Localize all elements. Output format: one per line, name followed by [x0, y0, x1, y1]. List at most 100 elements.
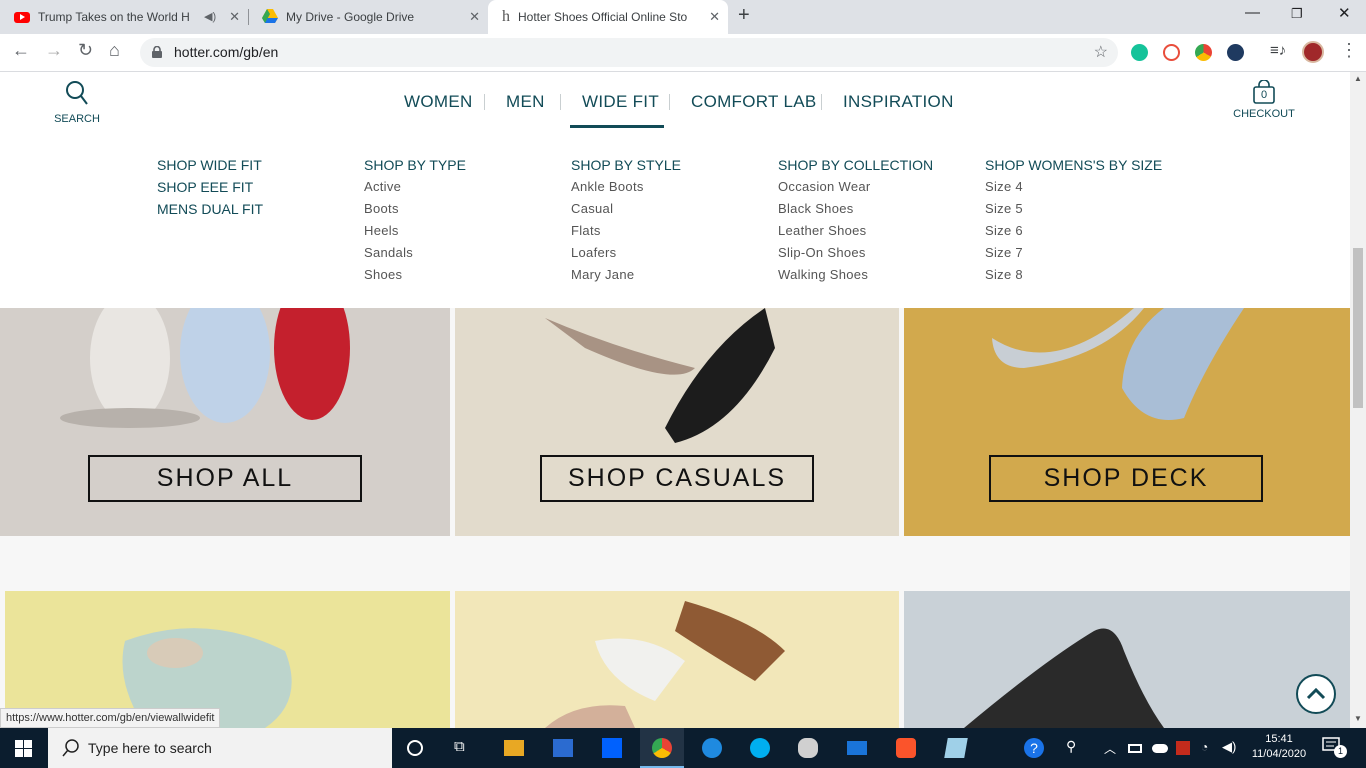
profile-avatar[interactable] [1302, 41, 1324, 63]
address-bar[interactable]: hotter.com/gb/en ☆ [140, 38, 1118, 67]
action-center-button[interactable]: 1 [1322, 737, 1347, 758]
menu-link-shop-wide-fit[interactable]: SHOP WIDE FIT [157, 154, 263, 176]
people-icon[interactable]: ⚲ [1066, 738, 1086, 758]
menu-link-occasion-wear[interactable]: Occasion Wear [778, 176, 933, 198]
menu-link-size-5[interactable]: Size 5 [985, 198, 1162, 220]
bookmark-star-icon[interactable]: ☆ [1094, 42, 1108, 62]
shop-deck-button[interactable]: SHOP DECK [989, 455, 1263, 502]
product-tile[interactable] [455, 591, 899, 728]
checkout-button[interactable]: 0 CHECKOUT [1230, 80, 1298, 120]
notification-app-icon[interactable] [1176, 741, 1190, 755]
menu-link-size-7[interactable]: Size 7 [985, 242, 1162, 264]
scrollbar-thumb[interactable] [1353, 248, 1363, 408]
speaker-icon[interactable]: ◀) [204, 10, 216, 23]
menu-link-casual[interactable]: Casual [571, 198, 681, 220]
scroll-down-arrow-icon[interactable]: ▼ [1354, 714, 1362, 723]
menu-link-mary-jane[interactable]: Mary Jane [571, 264, 681, 286]
chrome-taskbar-icon[interactable] [652, 738, 672, 758]
shop-casuals-tile[interactable]: SHOP CASUALS [455, 308, 899, 536]
mail-icon[interactable] [847, 741, 867, 755]
menu-link-size-6[interactable]: Size 6 [985, 220, 1162, 242]
chrome-extension-icon[interactable] [1195, 44, 1212, 61]
shop-all-button[interactable]: SHOP ALL [88, 455, 362, 502]
reload-icon[interactable]: ↻ [78, 40, 93, 61]
tab-hotter-active[interactable]: h Hotter Shoes Official Online Store ✕ [488, 0, 728, 34]
menu-link-ankle-boots[interactable]: Ankle Boots [571, 176, 681, 198]
restore-window-icon[interactable]: ❐ [1291, 6, 1303, 22]
scroll-to-top-button[interactable] [1296, 674, 1336, 714]
volume-icon[interactable]: ◀) [1222, 739, 1242, 759]
menu-link-active[interactable]: Active [364, 176, 466, 198]
extension-icon[interactable] [1163, 44, 1180, 61]
menu-link-size-8[interactable]: Size 8 [985, 264, 1162, 286]
product-tile[interactable] [904, 591, 1350, 728]
menu-column-size: SHOP WOMENS'S BY SIZE Size 4 Size 5 Size… [985, 154, 1162, 286]
menu-link-slip-on-shoes[interactable]: Slip-On Shoes [778, 242, 933, 264]
menu-link-black-shoes[interactable]: Black Shoes [778, 198, 933, 220]
new-tab-plus-icon[interactable]: + [738, 4, 750, 27]
menu-link-mens-dual-fit[interactable]: MENS DUAL FIT [157, 198, 263, 220]
sandals-image [455, 591, 899, 728]
onedrive-icon[interactable] [1152, 744, 1168, 753]
menu-link-size-4[interactable]: Size 4 [985, 176, 1162, 198]
nav-wide-fit[interactable]: WIDE FIT [582, 92, 659, 112]
nav-men[interactable]: MEN [506, 92, 545, 112]
page-scrollbar[interactable]: ▲ ▼ [1350, 72, 1366, 728]
extension-icon[interactable] [1227, 44, 1244, 61]
menu-link-shoes[interactable]: Shoes [364, 264, 466, 286]
dropbox-icon[interactable] [602, 738, 622, 758]
shop-all-tile[interactable]: SHOP ALL [0, 308, 450, 536]
close-tab-icon[interactable]: ✕ [469, 9, 480, 25]
help-icon[interactable]: ? [1024, 738, 1044, 758]
file-explorer-icon[interactable] [504, 740, 524, 756]
chevron-up-icon[interactable]: ︿ [1104, 740, 1124, 760]
search-button[interactable]: SEARCH [50, 80, 104, 125]
close-tab-icon[interactable]: ✕ [229, 9, 240, 25]
menu-link-heels[interactable]: Heels [364, 220, 466, 242]
forward-arrow-icon[interactable]: → [45, 40, 63, 61]
edge-icon[interactable] [702, 738, 722, 758]
minimize-window-icon[interactable]: — [1245, 4, 1260, 21]
windows-start-icon[interactable] [15, 740, 32, 757]
menu-heading-shop-by-collection[interactable]: SHOP BY COLLECTION [778, 154, 933, 176]
menu-link-sandals[interactable]: Sandals [364, 242, 466, 264]
menu-link-flats[interactable]: Flats [571, 220, 681, 242]
back-arrow-icon[interactable]: ← [12, 40, 30, 61]
menu-link-walking-shoes[interactable]: Walking Shoes [778, 264, 933, 286]
menu-link-shop-eee-fit[interactable]: SHOP EEE FIT [157, 176, 263, 198]
grammarly-extension-icon[interactable] [1131, 44, 1148, 61]
shop-deck-tile[interactable]: SHOP DECK [904, 308, 1350, 536]
task-view-icon[interactable]: ⧉ [454, 738, 474, 758]
menu-link-boots[interactable]: Boots [364, 198, 466, 220]
menu-column-fit: SHOP WIDE FIT SHOP EEE FIT MENS DUAL FIT [157, 154, 263, 220]
microsoft-store-icon[interactable] [553, 739, 573, 757]
scroll-up-arrow-icon[interactable]: ▲ [1354, 74, 1362, 83]
nav-divider [560, 94, 561, 110]
nav-comfort-lab[interactable]: COMFORT LAB [691, 92, 816, 112]
tab-youtube[interactable]: Trump Takes on the World H ◀) ✕ [0, 0, 248, 34]
battery-icon[interactable] [1128, 744, 1142, 753]
home-icon[interactable]: ⌂ [109, 40, 120, 61]
clock[interactable]: 15:41 11/04/2020 [1248, 732, 1310, 762]
menu-kebab-icon[interactable]: ⋮ [1340, 40, 1358, 61]
skype-icon[interactable] [750, 738, 770, 758]
app-icon[interactable] [944, 738, 968, 758]
menu-heading-shop-by-type[interactable]: SHOP BY TYPE [364, 154, 466, 176]
cortana-icon[interactable] [407, 740, 423, 756]
close-window-icon[interactable]: ✕ [1338, 4, 1351, 22]
media-control-icon[interactable]: ≡♪ [1270, 42, 1286, 59]
tab-google-drive[interactable]: My Drive - Google Drive ✕ [248, 0, 488, 34]
brave-browser-icon[interactable] [896, 738, 916, 758]
nav-women[interactable]: WOMEN [404, 92, 473, 112]
paint-icon[interactable] [798, 738, 818, 758]
menu-link-loafers[interactable]: Loafers [571, 242, 681, 264]
nav-inspiration[interactable]: INSPIRATION [843, 92, 954, 112]
menu-link-leather-shoes[interactable]: Leather Shoes [778, 220, 933, 242]
menu-heading-shop-by-size[interactable]: SHOP WOMENS'S BY SIZE [985, 154, 1162, 176]
close-tab-icon[interactable]: ✕ [709, 9, 720, 25]
lock-icon[interactable] [152, 45, 162, 58]
shop-casuals-button[interactable]: SHOP CASUALS [540, 455, 814, 502]
wifi-icon[interactable]: ◔ [1201, 740, 1221, 760]
taskbar-search-box[interactable]: Type here to search [48, 728, 392, 768]
menu-heading-shop-by-style[interactable]: SHOP BY STYLE [571, 154, 681, 176]
